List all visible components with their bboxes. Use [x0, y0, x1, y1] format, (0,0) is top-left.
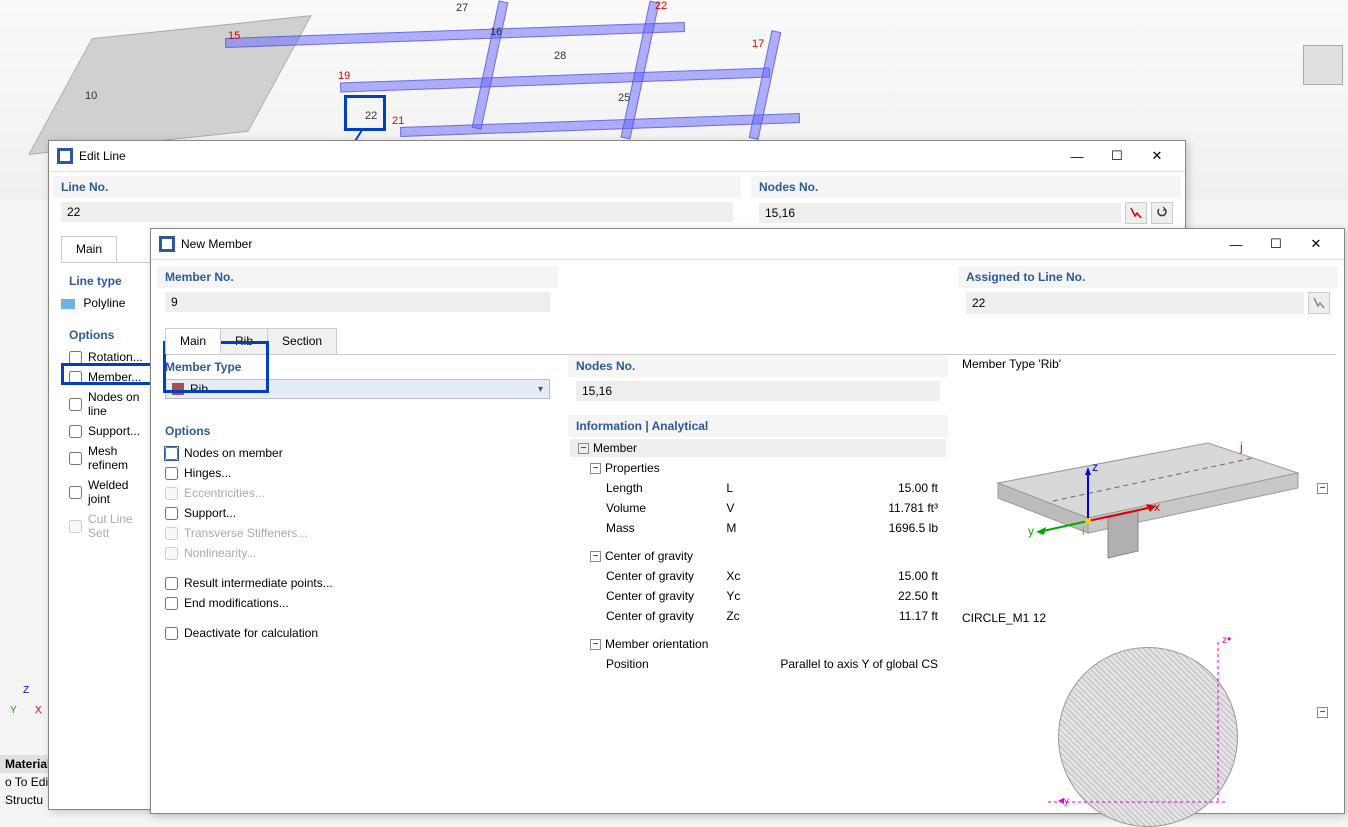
beam: [340, 67, 770, 92]
line-type-value: Polyline: [83, 296, 125, 310]
tab-main[interactable]: Main: [61, 236, 117, 262]
line-no-label: Line No.: [53, 176, 741, 198]
beam: [400, 113, 800, 137]
option-nonlinearity: Nonlinearity...: [157, 543, 558, 563]
option-result-intermediate[interactable]: Result intermediate points...: [157, 573, 558, 593]
navigation-cube[interactable]: [1303, 45, 1343, 85]
node-label: 16: [490, 26, 502, 38]
node-label: 25: [618, 92, 630, 104]
beam: [472, 0, 509, 129]
option-welded-joint[interactable]: Welded joint: [61, 475, 157, 509]
option-transverse: Transverse Stiffeners...: [157, 523, 558, 543]
option-nodes-on-line[interactable]: Nodes on line: [61, 387, 157, 421]
chevron-down-icon: ▾: [538, 384, 543, 395]
nodes-no-input[interactable]: [576, 381, 940, 401]
pick-line-button[interactable]: [1308, 292, 1330, 314]
option-cut-line: Cut Line Sett: [61, 509, 157, 543]
collapse-icon[interactable]: −: [590, 463, 601, 474]
maximize-button[interactable]: ☐: [1256, 233, 1296, 255]
line-no-input[interactable]: [61, 202, 733, 222]
member-option-highlight: [61, 363, 161, 385]
rib-3d-preview: z x y i j: [958, 373, 1338, 573]
nodes-no-input[interactable]: [759, 203, 1121, 223]
option-support[interactable]: Support...: [157, 503, 558, 523]
nodes-no-label: Nodes No.: [751, 176, 1181, 198]
svg-text:i: i: [1082, 524, 1085, 538]
member-no-label: Member No.: [157, 266, 558, 288]
node-label: 28: [554, 50, 566, 62]
polyline-swatch-icon: [61, 299, 75, 309]
minimize-button[interactable]: —: [1057, 145, 1097, 167]
app-icon: [159, 236, 175, 252]
rib-preview[interactable]: z x y i j −: [958, 373, 1338, 603]
assigned-line-label: Assigned to Line No.: [958, 266, 1338, 288]
reverse-button[interactable]: [1151, 202, 1173, 224]
option-nodes-on-member[interactable]: Nodes on member: [157, 443, 558, 463]
minimize-button[interactable]: —: [1216, 233, 1256, 255]
option-deactivate[interactable]: Deactivate for calculation: [157, 623, 558, 643]
circle-section-preview[interactable]: z• ◂y −: [958, 627, 1338, 797]
option-hinges[interactable]: Hinges...: [157, 463, 558, 483]
app-icon: [57, 148, 73, 164]
line-type-label: Line type: [61, 269, 157, 293]
selection-highlight: [344, 95, 386, 131]
close-button[interactable]: ✕: [1296, 233, 1336, 255]
edit-line-titlebar[interactable]: Edit Line — ☐ ✕: [49, 141, 1185, 172]
dialog-title: Edit Line: [79, 149, 1057, 163]
node-label: 15: [228, 30, 240, 42]
assigned-line-input[interactable]: [966, 292, 1304, 314]
z-axis-label: z•: [1222, 632, 1231, 646]
line-type-value-row[interactable]: Polyline: [61, 293, 157, 313]
circle-shape: [1058, 647, 1238, 827]
option-mesh-refinement[interactable]: Mesh refinem: [61, 441, 157, 475]
tab-main[interactable]: Main: [165, 328, 221, 354]
preview-rib-title: Member Type 'Rib': [958, 355, 1338, 373]
option-support[interactable]: Support...: [61, 421, 157, 441]
maximize-button[interactable]: ☐: [1097, 145, 1137, 167]
pick-nodes-button[interactable]: [1125, 202, 1147, 224]
options-label: Options: [157, 419, 558, 443]
dialog-title: New Member: [181, 237, 1216, 251]
node-label: 17: [752, 38, 764, 50]
node-label: 27: [456, 2, 468, 14]
svg-text:x: x: [1154, 500, 1160, 514]
option-eccentricities: Eccentricities...: [157, 483, 558, 503]
collapse-icon[interactable]: −: [590, 639, 601, 650]
svg-text:y: y: [1028, 524, 1034, 538]
options-label: Options: [61, 323, 157, 347]
preview-circle-title: CIRCLE_M1 12: [958, 609, 1338, 627]
info-analytical-label: Information | Analytical: [568, 415, 948, 437]
svg-text:j: j: [1239, 440, 1243, 454]
nodes-no-label: Nodes No.: [568, 355, 948, 377]
member-no-input[interactable]: [165, 292, 550, 312]
collapse-icon[interactable]: −: [590, 551, 601, 562]
info-table: −Member −Properties LengthL15.00 ft Volu…: [568, 437, 948, 675]
new-member-dialog: New Member — ☐ ✕ Member No. Assigned to …: [150, 228, 1345, 814]
svg-text:z: z: [1092, 460, 1098, 474]
tab-section[interactable]: Section: [267, 328, 337, 354]
global-axes-indicator: Z Y X: [10, 685, 45, 720]
node-label: 10: [85, 90, 97, 102]
collapse-icon[interactable]: −: [1317, 483, 1328, 494]
close-button[interactable]: ✕: [1137, 145, 1177, 167]
y-axis-label: ◂y: [1058, 793, 1069, 807]
node-label: 19: [338, 70, 350, 82]
node-label: 22: [655, 0, 667, 12]
option-end-modifications[interactable]: End modifications...: [157, 593, 558, 613]
collapse-icon[interactable]: −: [578, 443, 589, 454]
new-member-titlebar[interactable]: New Member — ☐ ✕: [151, 229, 1344, 260]
collapse-icon[interactable]: −: [1317, 707, 1328, 718]
node-label: 21: [392, 115, 404, 127]
